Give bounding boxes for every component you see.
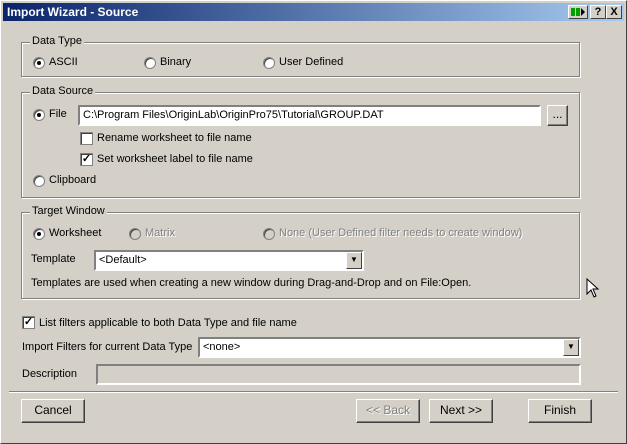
- import-wizard-window: Import Wizard - Source ? X Data Type ASC…: [0, 0, 627, 444]
- target-window-label: Target Window: [30, 205, 107, 217]
- list-filters-label: List filters applicable to both Data Typ…: [39, 317, 297, 329]
- rename-worksheet-checkbox[interactable]: [80, 132, 93, 145]
- matrix-label: Matrix: [145, 227, 175, 239]
- file-label: File: [49, 108, 67, 120]
- window-title: Import Wizard - Source: [7, 5, 139, 19]
- data-source-label: Data Source: [30, 85, 96, 97]
- next-button[interactable]: Next >>: [429, 399, 493, 423]
- template-note: Templates are used when creating a new w…: [31, 277, 472, 289]
- ascii-radio[interactable]: [33, 57, 45, 69]
- clipboard-label: Clipboard: [49, 174, 97, 186]
- clipboard-radio[interactable]: [33, 175, 45, 187]
- none-radio[interactable]: [263, 228, 275, 240]
- title-bar: Import Wizard - Source ? X: [3, 3, 624, 21]
- back-button[interactable]: << Back: [356, 399, 420, 423]
- file-path-input[interactable]: C:\Program Files\OriginLab\OriginPro75\T…: [78, 105, 541, 126]
- rename-worksheet-label: Rename worksheet to file name: [97, 132, 252, 144]
- ascii-label: ASCII: [49, 56, 78, 68]
- worksheet-radio[interactable]: [33, 228, 45, 240]
- binary-radio[interactable]: [144, 57, 156, 69]
- import-filters-value: <none>: [203, 341, 241, 353]
- chevron-down-icon[interactable]: ▼: [346, 252, 362, 269]
- worksheet-label: Worksheet: [49, 227, 102, 239]
- import-filters-dropdown[interactable]: <none> ▼: [198, 337, 581, 358]
- description-field: [96, 364, 581, 385]
- rollup-icon[interactable]: [568, 5, 588, 19]
- set-worksheet-label-label: Set worksheet label to file name: [97, 153, 253, 165]
- finish-button[interactable]: Finish: [528, 399, 592, 423]
- description-label: Description: [22, 368, 78, 380]
- user-defined-label: User Defined: [279, 56, 344, 68]
- template-value: <Default>: [99, 254, 147, 266]
- none-label: None (User Defined filter needs to creat…: [279, 227, 523, 239]
- browse-button[interactable]: ...: [547, 105, 568, 126]
- list-filters-checkbox[interactable]: ✓: [22, 316, 35, 329]
- divider: [9, 391, 618, 393]
- template-label: Template: [31, 253, 76, 265]
- help-icon[interactable]: ?: [590, 5, 606, 19]
- user-defined-radio[interactable]: [263, 57, 275, 69]
- matrix-radio[interactable]: [129, 228, 141, 240]
- set-worksheet-label-checkbox[interactable]: ✓: [80, 153, 93, 166]
- cancel-button[interactable]: Cancel: [21, 399, 85, 423]
- template-dropdown[interactable]: <Default> ▼: [94, 250, 364, 271]
- close-icon[interactable]: X: [606, 5, 622, 19]
- binary-label: Binary: [160, 56, 192, 68]
- data-type-label: Data Type: [30, 35, 84, 47]
- file-radio[interactable]: [33, 109, 45, 121]
- mouse-cursor-icon: [586, 278, 600, 298]
- chevron-down-icon[interactable]: ▼: [563, 339, 579, 356]
- import-filters-label: Import Filters for current Data Type: [22, 341, 193, 353]
